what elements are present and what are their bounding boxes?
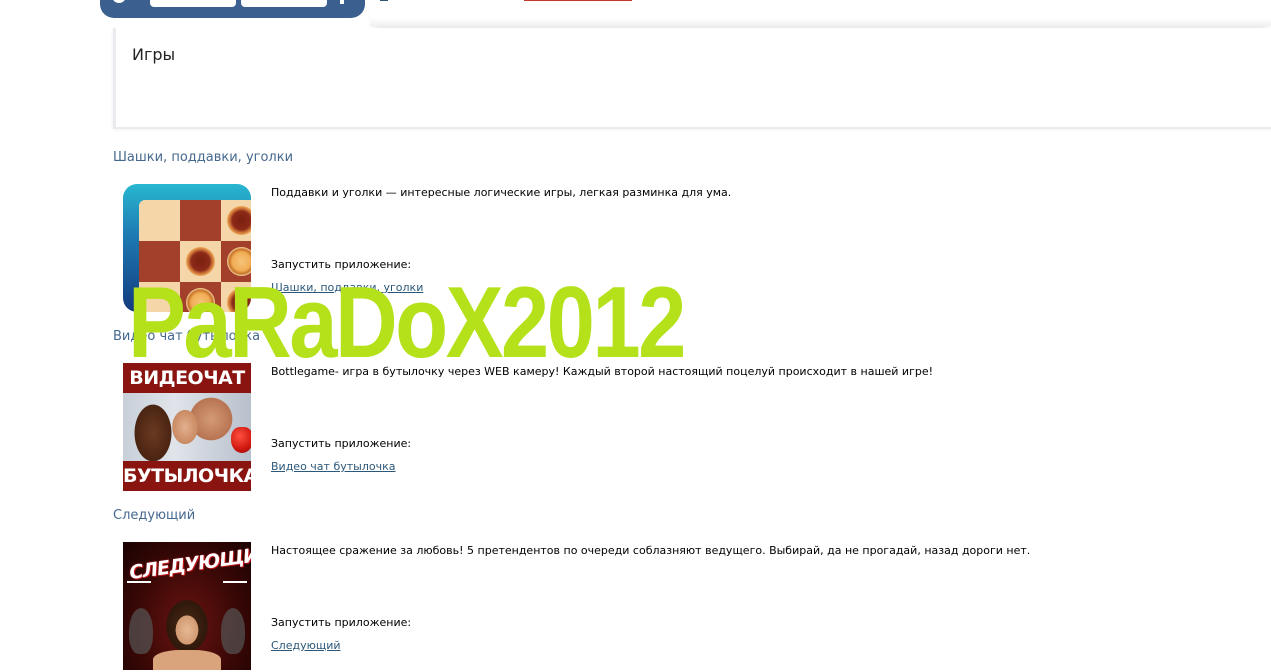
silhouette [221, 608, 245, 654]
app-description-next: Настоящее сражение за любовь! 5 претенде… [271, 544, 1031, 557]
board-cell [139, 241, 180, 282]
header-button-2[interactable] [241, 0, 327, 7]
icon-caption-bottom: БУТЫЛОЧКА [123, 461, 251, 491]
app-heading-next: Следующий [113, 508, 196, 523]
launch-link-next[interactable]: Следующий [271, 639, 341, 652]
header-button-1[interactable] [150, 0, 236, 7]
icon-title: СЛЕДУЮЩИЙ [128, 542, 251, 585]
silhouette [129, 608, 153, 654]
board-cell [139, 282, 180, 312]
app-description-checkers: Поддавки и уголки — интересные логически… [271, 186, 732, 199]
kissing-couple-icon[interactable]: ВИДЕОЧАТ БУТЫЛОЧКА [123, 363, 251, 491]
page-title-box: Игры [113, 28, 1271, 129]
board-cell [180, 241, 221, 282]
board-cell [221, 241, 251, 282]
woman-body [153, 650, 221, 670]
icon-caption-top: ВИДЕОЧАТ [123, 363, 251, 393]
board-cell [221, 282, 251, 312]
checker-piece-dark [227, 206, 251, 235]
launch-link-videochat[interactable]: Видео чат бутылочка [271, 460, 395, 473]
boxing-glove-icon [231, 427, 251, 453]
menu-icon[interactable] [112, 0, 126, 3]
board-cell [180, 282, 221, 312]
top-link-1[interactable] [380, 0, 388, 1]
launch-link-checkers[interactable]: Шашки, поддавки, уголки [271, 281, 423, 294]
top-navigation-bar [100, 0, 365, 18]
page-title: Игры [132, 45, 176, 64]
app-heading-checkers: Шашки, поддавки, уголки [113, 150, 294, 165]
launch-label-next: Запустить приложение: [271, 616, 412, 629]
board-cell [180, 200, 221, 241]
checker-piece-light [227, 247, 251, 276]
top-link-red[interactable] [524, 0, 632, 1]
checker-piece-dark [186, 247, 215, 276]
board-cell [221, 200, 251, 241]
checkers-board-icon[interactable] [123, 184, 251, 312]
couple-photo [123, 393, 251, 461]
launch-label-videochat: Запустить приложение: [271, 437, 412, 450]
header-shadow [370, 0, 1271, 26]
page: Игры Шашки, поддавки, уголки Поддавки и … [0, 0, 1271, 672]
checkers-board [139, 200, 251, 312]
arrow-right-icon [223, 581, 247, 583]
dropdown-icon[interactable] [340, 0, 344, 4]
checker-piece-light [186, 288, 215, 312]
launch-label-checkers: Запустить приложение: [271, 258, 412, 271]
app-description-videochat: Bottlegame- игра в бутылочку через WEB к… [271, 365, 934, 378]
checker-piece-dark [227, 288, 251, 312]
app-heading-videochat: Видео чат бутылочка [113, 329, 261, 344]
woman-portrait-icon[interactable]: СЛЕДУЮЩИЙ [123, 542, 251, 670]
board-cell [139, 200, 180, 241]
